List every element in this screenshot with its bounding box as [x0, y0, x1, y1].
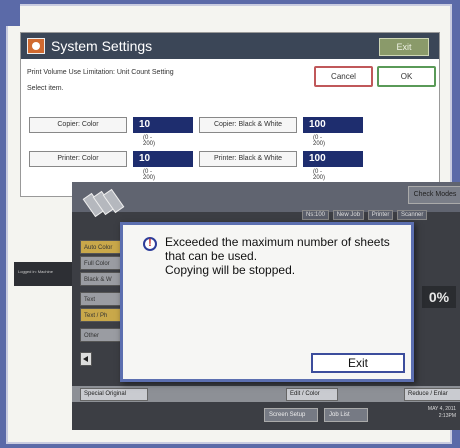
- limit-range: (0 - 200): [313, 169, 326, 181]
- limit-value[interactable]: 10: [133, 117, 193, 133]
- limit-range: (0 - 200): [313, 135, 326, 147]
- left-arrow-button[interactable]: [80, 352, 92, 366]
- left-screen: Logged in: Machine: [14, 262, 78, 286]
- copier-logo-icon: [82, 188, 128, 220]
- clock-date: MAY 4, 2011: [427, 406, 456, 412]
- check-modes-button[interactable]: Check Modes: [408, 186, 460, 204]
- cancel-button[interactable]: Cancel: [314, 66, 373, 87]
- ok-button[interactable]: OK: [377, 66, 436, 87]
- dialog-message-line3: Copying will be stopped.: [165, 263, 296, 277]
- system-settings-exit-button[interactable]: Exit: [379, 38, 429, 56]
- system-settings-title: System Settings: [51, 38, 153, 54]
- settings-app-icon: [27, 38, 45, 54]
- special-original-button[interactable]: Special Original: [80, 388, 148, 401]
- clock-time: 2:13PM: [438, 413, 456, 419]
- limit-value[interactable]: 10: [133, 151, 193, 167]
- dialog-message-line2: that can be used.: [165, 249, 258, 263]
- dialog-exit-button[interactable]: Exit: [311, 353, 405, 373]
- tab-new-job[interactable]: New Job: [332, 210, 365, 220]
- limit-value[interactable]: 100: [303, 117, 363, 133]
- settings-instruction: Select item.: [27, 85, 64, 92]
- copier-status-bar: Screen Setup Job List: [72, 406, 460, 424]
- limit-label[interactable]: Printer: Color: [29, 151, 127, 167]
- warning-dialog: Exceeded the maximum number of sheets th…: [120, 222, 414, 382]
- left-screen-text: Logged in: Machine: [18, 269, 53, 274]
- tab-scanner[interactable]: Scanner: [397, 210, 428, 220]
- limit-label[interactable]: Printer: Black & White: [199, 151, 297, 167]
- edit-color-button[interactable]: Edit / Color: [286, 388, 338, 401]
- limit-range: (0 - 200): [143, 135, 156, 147]
- zoom-percent: 0%: [422, 286, 456, 308]
- limit-value[interactable]: 100: [303, 151, 363, 167]
- tab-printer[interactable]: Printer: [367, 210, 394, 220]
- photo-frame: System Settings Exit Print Volume Use Li…: [0, 0, 460, 448]
- system-settings-screen: System Settings Exit Print Volume Use Li…: [20, 32, 440, 197]
- limit-range: (0 - 200): [143, 169, 156, 181]
- dialog-message: Exceeded the maximum number of sheets th…: [165, 235, 395, 277]
- copier-tabs: Ns:100 New Job Printer Scanner: [300, 210, 428, 220]
- limit-label[interactable]: Copier: Color: [29, 117, 127, 133]
- screen-setup-button[interactable]: Screen Setup: [264, 408, 318, 422]
- tab-counter: Ns:100: [302, 210, 330, 220]
- warning-icon: [143, 237, 157, 251]
- clock: MAY 4, 2011 2:13PM: [428, 406, 456, 420]
- limit-label[interactable]: Copier: Black & White: [199, 117, 297, 133]
- copier-top-bar: [72, 182, 460, 212]
- job-list-button[interactable]: Job List: [324, 408, 368, 422]
- settings-subtitle: Print Volume Use Limitation: Unit Count …: [27, 69, 174, 76]
- copier-bottom-bar: Special Original Edit / Color Reduce / E…: [72, 386, 460, 402]
- system-settings-title-bar: System Settings Exit: [21, 33, 439, 59]
- dialog-message-line1: Exceeded the maximum number of sheets: [165, 235, 390, 249]
- corner-tab: [0, 0, 20, 26]
- reduce-enlarge-button[interactable]: Reduce / Enlar: [404, 388, 460, 401]
